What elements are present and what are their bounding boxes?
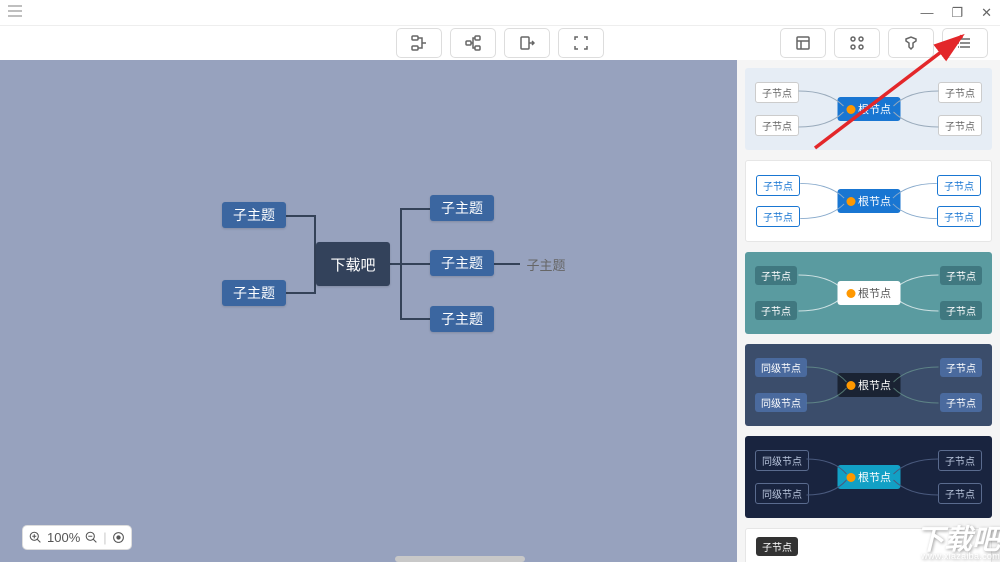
maximize-button[interactable]: ❐ <box>951 5 963 21</box>
mindmap-canvas[interactable]: 下载吧 子主题 子主题 子主题 子主题 子主题 子主题 100% | <box>0 60 737 562</box>
theme-card[interactable]: 根节点 同级节点 同级节点 子节点 子节点 <box>745 344 992 426</box>
minimize-button[interactable]: — <box>920 5 933 21</box>
watermark: 下载吧 www.xiazaiba.com <box>916 527 1000 560</box>
left-child-node[interactable]: 子主题 <box>222 202 286 228</box>
export-button[interactable] <box>504 28 550 58</box>
close-button[interactable]: ✕ <box>981 5 992 21</box>
structure-button[interactable] <box>780 28 826 58</box>
leaf-node[interactable]: 子主题 <box>521 255 571 273</box>
theme-card[interactable]: 根节点 子节点 子节点 子节点 子节点 <box>745 160 992 242</box>
themes-sidebar: 根节点 子节点 子节点 子节点 子节点 根节点 子节点 子节点 子节点 子节点 … <box>737 60 1000 562</box>
left-child-node[interactable]: 子主题 <box>222 280 286 306</box>
zoom-in-icon[interactable] <box>29 531 42 544</box>
titlebar: — ❐ ✕ <box>0 0 1000 26</box>
fullscreen-button[interactable] <box>558 28 604 58</box>
zoom-out-icon[interactable] <box>85 531 98 544</box>
menu-icon[interactable] <box>8 4 22 22</box>
theme-card[interactable]: 根节点 子节点 子节点 子节点 子节点 <box>745 68 992 150</box>
main-area: 下载吧 子主题 子主题 子主题 子主题 子主题 子主题 100% | 根节点 子… <box>0 60 1000 562</box>
zoom-value: 100% <box>47 530 80 545</box>
style-button[interactable] <box>888 28 934 58</box>
add-child-node-button[interactable] <box>450 28 496 58</box>
theme-card[interactable]: 根节点 子节点 子节点 子节点 子节点 <box>745 252 992 334</box>
horizontal-scrollbar[interactable] <box>395 556 525 562</box>
zoom-control: 100% | <box>22 525 132 550</box>
right-child-node[interactable]: 子主题 <box>430 250 494 276</box>
zoom-fit-icon[interactable] <box>112 531 125 544</box>
right-child-node[interactable]: 子主题 <box>430 195 494 221</box>
window-controls: — ❐ ✕ <box>920 5 992 21</box>
layout-button[interactable] <box>834 28 880 58</box>
theme-card[interactable]: 根节点 同级节点 同级节点 子节点 子节点 <box>745 436 992 518</box>
themes-button[interactable] <box>942 28 988 58</box>
toolbar <box>0 26 1000 60</box>
root-node[interactable]: 下载吧 <box>316 242 390 286</box>
add-sibling-node-button[interactable] <box>396 28 442 58</box>
right-child-node[interactable]: 子主题 <box>430 306 494 332</box>
